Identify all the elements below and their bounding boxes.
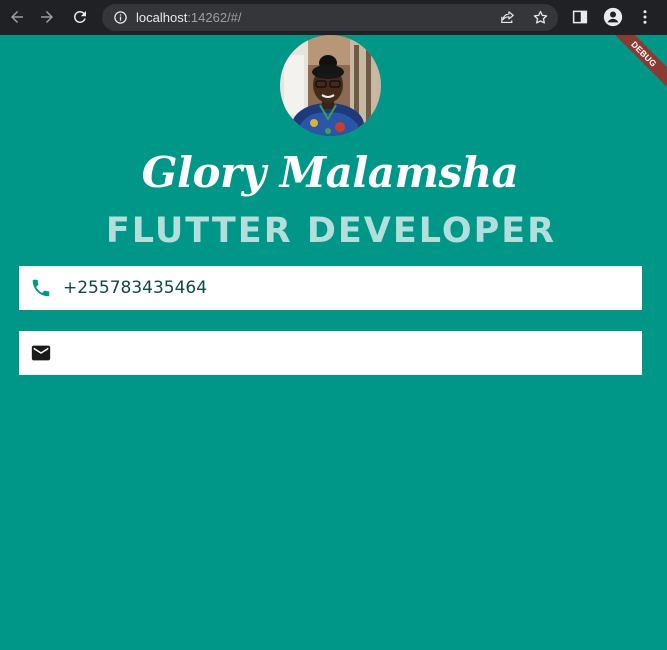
avatar-image: [280, 35, 381, 136]
profile-name: Glory Malamsha: [141, 148, 519, 197]
browser-toolbar: localhost:14262/#/: [0, 0, 667, 35]
email-card[interactable]: [19, 331, 642, 375]
phone-icon: [32, 279, 50, 297]
profile-avatar: [280, 35, 381, 136]
reload-icon: [73, 10, 86, 23]
back-button[interactable]: [5, 5, 29, 29]
forward-button[interactable]: [35, 5, 59, 29]
forward-arrow-icon: [41, 11, 53, 23]
email-icon: [31, 345, 51, 361]
debug-label: DEBUG: [629, 39, 659, 69]
url-text[interactable]: localhost:14262/#/: [136, 10, 242, 25]
url-path: :14262/#/: [187, 10, 242, 25]
address-bar[interactable]: localhost:14262/#/: [102, 4, 558, 31]
share-icon[interactable]: [499, 9, 516, 26]
info-icon[interactable]: [113, 10, 128, 25]
phone-card[interactable]: +255783435464: [19, 266, 642, 310]
star-icon[interactable]: [532, 9, 549, 26]
url-host: localhost: [136, 10, 188, 25]
menu-icon[interactable]: [636, 8, 654, 26]
profile-title: FLUTTER DEVELOPER: [105, 211, 557, 251]
side-panel-icon[interactable]: [571, 8, 589, 26]
reload-button[interactable]: [68, 5, 92, 29]
phone-number: +255783435464: [63, 278, 208, 298]
debug-banner: DEBUG: [611, 35, 667, 91]
back-arrow-icon: [11, 11, 23, 23]
debug-ribbon: DEBUG: [611, 35, 667, 91]
profile-icon[interactable]: [603, 7, 623, 27]
